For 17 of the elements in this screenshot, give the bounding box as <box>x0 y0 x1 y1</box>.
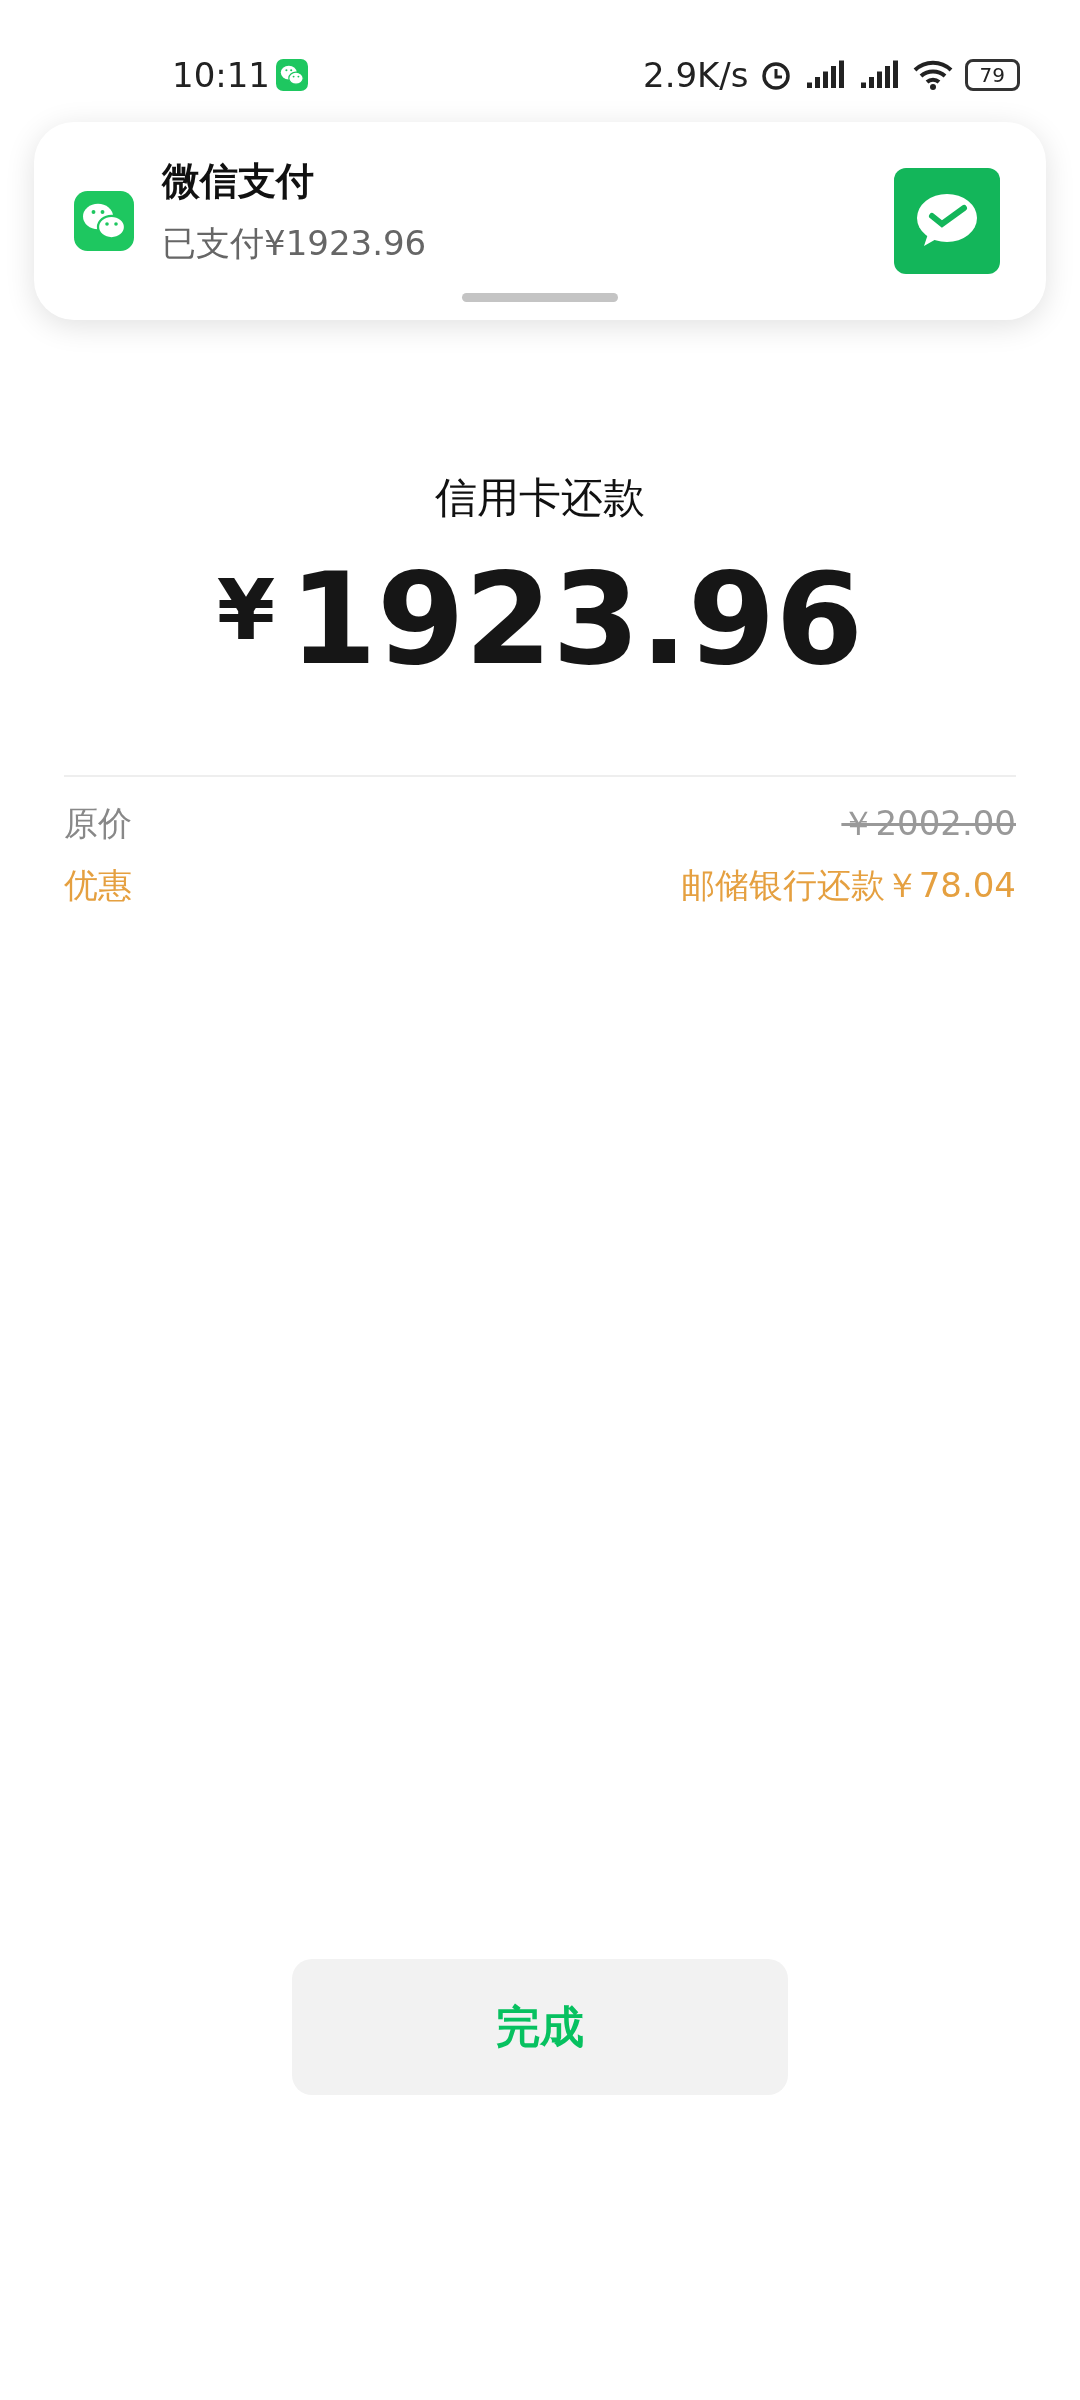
currency-symbol: ¥ <box>216 560 276 659</box>
drag-handle[interactable] <box>462 293 618 302</box>
battery-level: 79 <box>964 59 1020 91</box>
notification-title: 微信支付 <box>162 157 315 205</box>
status-time: 10:11 <box>172 55 270 95</box>
price-label: 原价 <box>64 802 132 845</box>
notification-banner[interactable]: 微信支付 已支付¥1923.96 <box>34 122 1046 320</box>
price-value: ￥2002.00 <box>841 802 1016 845</box>
notification-message: 已支付¥1923.96 <box>162 221 428 265</box>
payment-app-icon <box>894 168 1000 274</box>
network-speed: 2.9K/s <box>643 55 749 95</box>
payment-title: 信用卡还款 <box>435 472 645 524</box>
price-label: 优惠 <box>64 864 132 907</box>
payment-amount: 1923.96 <box>289 546 864 693</box>
price-value: 邮储银行还款￥78.04 <box>680 864 1016 907</box>
wechat-app-icon <box>74 191 134 251</box>
chat-app-icon <box>276 59 308 91</box>
